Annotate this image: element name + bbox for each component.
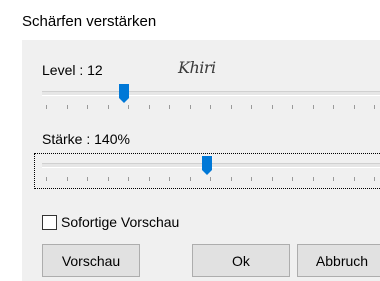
instant-preview-checkbox[interactable] — [42, 215, 57, 230]
strength-label: Stärke : 140% — [42, 131, 130, 147]
strength-slider-thumb[interactable] — [202, 156, 212, 175]
watermark-signature: Khiri — [178, 58, 216, 77]
slider-tick — [251, 177, 252, 181]
slider-tick — [67, 177, 68, 181]
cancel-button[interactable]: Abbruch — [297, 244, 380, 277]
slider-tick — [108, 177, 109, 181]
slider-tick — [149, 177, 150, 181]
window-title: Schärfen verstärken — [22, 13, 157, 30]
slider-tick — [333, 105, 334, 109]
slider-tick — [87, 177, 88, 181]
slider-tick — [128, 105, 129, 109]
slider-tick — [333, 177, 334, 181]
slider-tick — [374, 177, 375, 181]
strength-slider[interactable] — [42, 153, 380, 187]
slider-tick — [210, 105, 211, 109]
slider-tick — [272, 105, 273, 109]
slider-tick — [292, 105, 293, 109]
slider-tick — [313, 177, 314, 181]
level-slider-thumb[interactable] — [119, 84, 129, 103]
slider-tick — [374, 105, 375, 109]
slider-tick — [354, 105, 355, 109]
slider-tick — [67, 105, 68, 109]
sharpen-dialog: Schärfen verstärken Level : 12 Khiri Stä… — [0, 0, 380, 281]
slider-tick — [46, 105, 47, 109]
slider-tick — [169, 105, 170, 109]
title-bar[interactable]: Schärfen verstärken — [0, 0, 380, 40]
instant-preview-label[interactable]: Sofortige Vorschau — [61, 214, 179, 230]
slider-tick — [354, 177, 355, 181]
slider-tick — [46, 177, 47, 181]
strength-slider-ticks — [46, 177, 380, 181]
slider-tick — [190, 177, 191, 181]
slider-tick — [313, 105, 314, 109]
slider-tick — [128, 177, 129, 181]
slider-tick — [292, 177, 293, 181]
preview-button[interactable]: Vorschau — [42, 244, 140, 277]
slider-tick — [169, 177, 170, 181]
slider-tick — [190, 105, 191, 109]
level-slider[interactable] — [42, 82, 380, 116]
level-slider-ticks — [46, 105, 380, 109]
slider-tick — [231, 177, 232, 181]
slider-tick — [210, 177, 211, 181]
slider-tick — [251, 105, 252, 109]
ok-button[interactable]: Ok — [192, 244, 290, 277]
slider-tick — [87, 105, 88, 109]
slider-tick — [149, 105, 150, 109]
slider-tick — [231, 105, 232, 109]
level-label: Level : 12 — [42, 62, 103, 78]
level-slider-track — [42, 91, 380, 96]
slider-tick — [272, 177, 273, 181]
slider-tick — [108, 105, 109, 109]
